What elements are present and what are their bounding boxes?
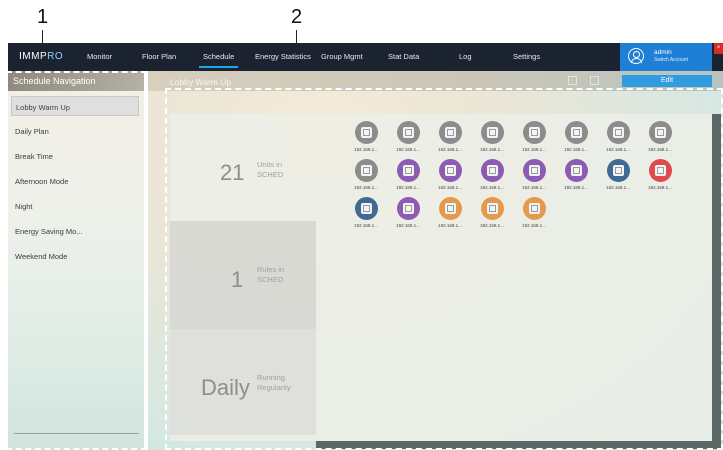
nav-schedule[interactable]: Schedule bbox=[198, 52, 239, 68]
top-nav-bar: IMMPRO Monitor Floor Plan Schedule Energ… bbox=[8, 43, 723, 71]
logo-accent-text: RO bbox=[47, 51, 64, 62]
nav-stat-data[interactable]: Stat Data bbox=[388, 52, 419, 61]
grid-view-icon[interactable] bbox=[590, 76, 599, 85]
logo-main-text: IMMP bbox=[19, 51, 48, 62]
callout-1: 1 bbox=[37, 6, 49, 28]
nav-settings[interactable]: Settings bbox=[513, 52, 540, 61]
account-name: admin bbox=[654, 49, 672, 56]
highlight-box-detail bbox=[165, 88, 723, 450]
list-view-icon[interactable] bbox=[568, 76, 577, 85]
nav-monitor[interactable]: Monitor bbox=[87, 52, 112, 61]
switch-account-link[interactable]: Switch Account bbox=[654, 57, 688, 63]
nav-log[interactable]: Log bbox=[459, 52, 472, 61]
nav-group-mgmt[interactable]: Group Mgmt bbox=[321, 52, 363, 61]
close-window-button[interactable]: × bbox=[714, 43, 723, 54]
schedule-title: Lobby Warm Up bbox=[170, 77, 232, 87]
callout-2: 2 bbox=[291, 6, 303, 28]
highlight-box-sidebar bbox=[6, 71, 147, 450]
account-switcher[interactable]: admin Switch Account bbox=[620, 43, 712, 71]
edit-button[interactable]: Edit bbox=[622, 75, 712, 87]
app-logo: IMMPRO bbox=[19, 51, 63, 62]
nav-energy-statistics[interactable]: Energy Statistics bbox=[255, 52, 311, 61]
nav-floor-plan[interactable]: Floor Plan bbox=[142, 52, 176, 61]
user-avatar-icon bbox=[628, 48, 644, 64]
